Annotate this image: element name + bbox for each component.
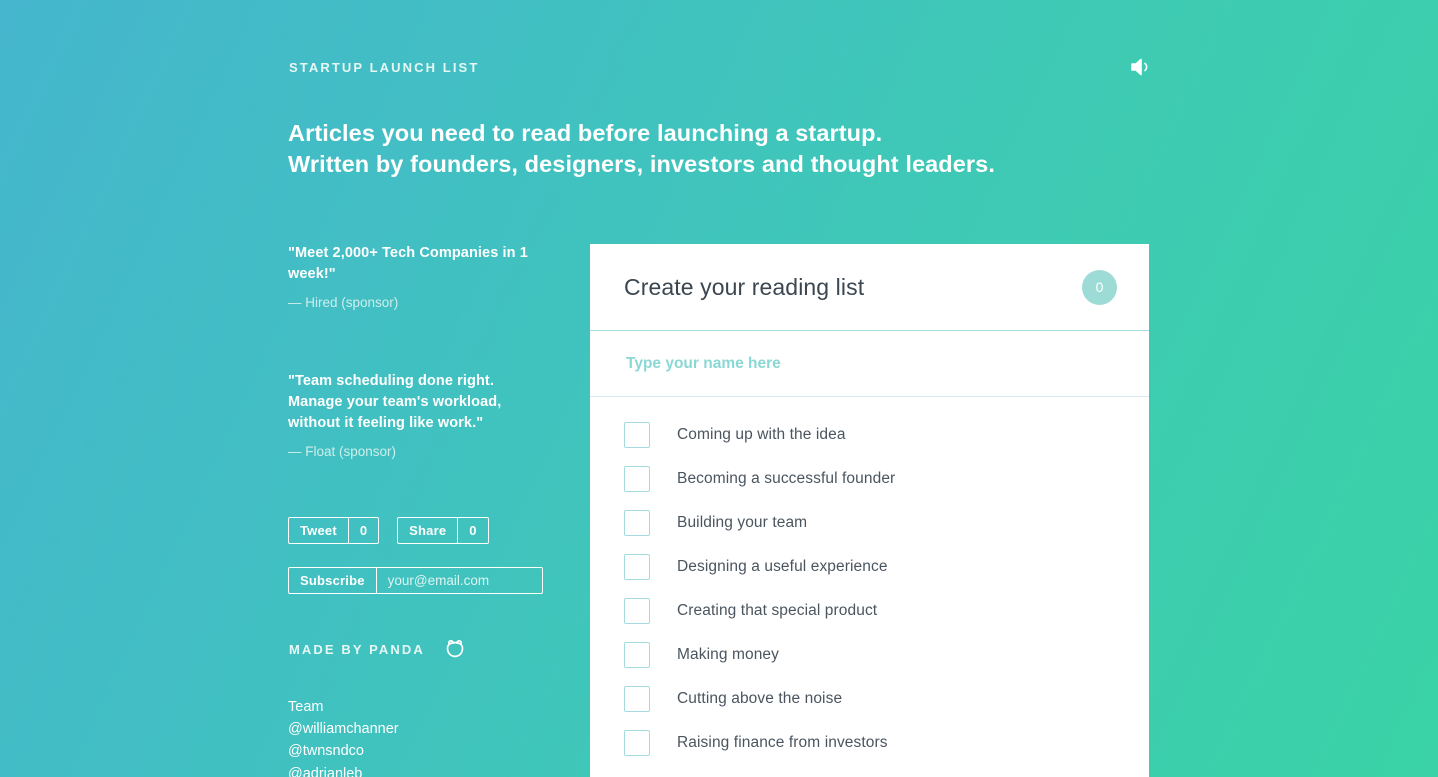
checkbox[interactable]	[624, 686, 650, 712]
checklist-item[interactable]: Creating that special product	[590, 589, 1149, 633]
subscribe-email-input[interactable]	[376, 568, 542, 593]
made-by-panda[interactable]: MADE BY PANDA	[289, 639, 466, 659]
checklist-item-label: Becoming a successful founder	[677, 470, 896, 487]
social-share-row: Tweet 0 Share 0	[288, 517, 489, 544]
checklist-item[interactable]: Designing a useful experience	[590, 545, 1149, 589]
checkbox[interactable]	[624, 642, 650, 668]
subscribe-form: Subscribe	[288, 567, 543, 594]
card-title: Create your reading list	[624, 273, 865, 300]
checklist-item[interactable]: Raising finance from investors	[590, 721, 1149, 765]
subscribe-button[interactable]: Subscribe	[289, 568, 377, 593]
headline-line-1: Articles you need to read before launchi…	[288, 120, 883, 146]
checkbox[interactable]	[624, 598, 650, 624]
share-count: 0	[457, 518, 487, 543]
team-list: Team @williamchanner @twnsndco @adrianle…	[288, 696, 399, 777]
checkbox[interactable]	[624, 730, 650, 756]
checklist-item-label: Creating that special product	[677, 602, 878, 619]
sponsor-quote: "Team scheduling done right. Manage your…	[288, 373, 502, 431]
checkbox[interactable]	[624, 510, 650, 536]
checkbox[interactable]	[624, 554, 650, 580]
team-handle-twnsndco[interactable]: @twnsndco	[288, 740, 399, 762]
sidebar: "Meet 2,000+ Tech Companies in 1 week!" …	[288, 243, 550, 489]
speaker-icon[interactable]	[1128, 55, 1156, 79]
reading-checklist: Coming up with the idea Becoming a succe…	[590, 397, 1149, 765]
share-label: Share	[409, 523, 447, 538]
card-header: Create your reading list 0	[590, 244, 1149, 331]
page-headline: Articles you need to read before launchi…	[288, 118, 1148, 180]
sponsor-attribution: — Hired (sponsor)	[288, 295, 399, 310]
checkbox[interactable]	[624, 466, 650, 492]
checkbox[interactable]	[624, 422, 650, 448]
checklist-item-label: Cutting above the noise	[677, 690, 843, 707]
checklist-item[interactable]: Cutting above the noise	[590, 677, 1149, 721]
page-eyebrow-title: STARTUP LAUNCH LIST	[289, 60, 480, 75]
made-by-label: MADE BY PANDA	[289, 641, 425, 657]
tweet-label: Tweet	[300, 523, 337, 538]
name-input-row	[590, 331, 1149, 397]
page-root: STARTUP LAUNCH LIST Articles you need to…	[0, 0, 1438, 777]
sponsor-quote: "Meet 2,000+ Tech Companies in 1 week!"	[288, 245, 528, 282]
checklist-item-label: Coming up with the idea	[677, 426, 846, 443]
share-button[interactable]: Share 0	[397, 517, 489, 544]
checklist-item-label: Building your team	[677, 514, 808, 531]
reading-list-card: Create your reading list 0 Coming up wit…	[590, 244, 1149, 777]
tweet-count: 0	[347, 518, 378, 543]
team-heading: Team	[288, 699, 324, 715]
checklist-item-label: Raising finance from investors	[677, 734, 888, 751]
tweet-button[interactable]: Tweet 0	[288, 517, 380, 544]
team-handle-adrianleb[interactable]: @adrianleb	[288, 763, 399, 777]
checklist-item-label: Designing a useful experience	[677, 558, 888, 575]
selected-count-badge: 0	[1082, 269, 1117, 305]
sponsor-float: "Team scheduling done right. Manage your…	[288, 371, 550, 461]
sponsor-hired: "Meet 2,000+ Tech Companies in 1 week!" …	[288, 243, 550, 312]
checklist-item[interactable]: Becoming a successful founder	[590, 457, 1149, 501]
sponsor-attribution: — Float (sponsor)	[288, 444, 397, 459]
checklist-item[interactable]: Coming up with the idea	[590, 413, 1149, 457]
checklist-item[interactable]: Building your team	[590, 501, 1149, 545]
headline-line-2: Written by founders, designers, investor…	[288, 151, 995, 177]
sponsor-spacer	[288, 340, 550, 371]
name-input[interactable]	[624, 353, 1115, 374]
panda-icon	[444, 639, 466, 659]
checklist-item-label: Making money	[677, 646, 779, 663]
team-handle-williamchanner[interactable]: @williamchanner	[288, 718, 399, 740]
checklist-item[interactable]: Making money	[590, 633, 1149, 677]
